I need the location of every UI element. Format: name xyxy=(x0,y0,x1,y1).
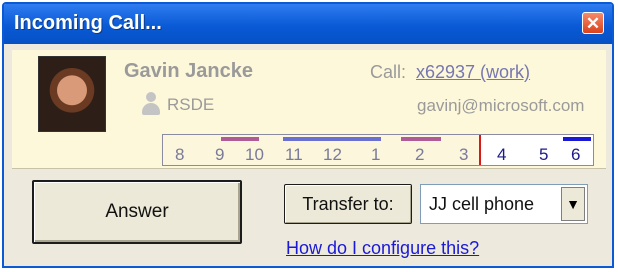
hour-label: 8 xyxy=(175,145,185,164)
busy-block-tentative-morning xyxy=(221,137,259,141)
hour-label: 1 xyxy=(371,145,381,164)
timeline-now-marker xyxy=(479,135,481,165)
transfer-target-value: JJ cell phone xyxy=(429,194,535,214)
busy-block-future xyxy=(563,137,591,141)
configure-help-link[interactable]: How do I configure this? xyxy=(286,238,479,259)
hour-label: 6 xyxy=(571,145,581,164)
person-icon xyxy=(140,92,162,116)
schedule-timeline: 8 9 10 11 12 1 2 3 4 5 6 xyxy=(162,134,594,166)
hour-label: 12 xyxy=(323,145,342,164)
caller-email: gavinj@microsoft.com xyxy=(417,96,585,115)
hour-label: 5 xyxy=(539,145,549,164)
hour-label: 11 xyxy=(285,145,303,164)
hour-label: 9 xyxy=(215,145,225,164)
close-icon: ✕ xyxy=(585,14,601,33)
close-button[interactable]: ✕ xyxy=(582,12,604,34)
incoming-call-window: Incoming Call... ✕ Gavin Jancke RSDE Cal… xyxy=(2,2,614,268)
busy-block-busy-midday xyxy=(283,137,381,141)
hour-label: 10 xyxy=(245,145,264,164)
answer-button[interactable]: Answer xyxy=(32,180,242,244)
window-title: Incoming Call... xyxy=(14,12,162,34)
caller-title: RSDE xyxy=(167,95,215,114)
call-label: Call: xyxy=(370,62,407,82)
transfer-target-select[interactable]: JJ cell phone ▼ xyxy=(420,184,588,224)
hour-label: 3 xyxy=(459,145,469,164)
caller-name: Gavin Jancke xyxy=(124,60,253,82)
title-bar[interactable]: Incoming Call... ✕ xyxy=(4,4,612,44)
caller-info-panel: Gavin Jancke RSDE Call: x62937 (work) ga… xyxy=(12,50,606,169)
hour-label: 4 xyxy=(497,145,507,164)
caller-photo xyxy=(38,56,106,132)
chevron-down-icon[interactable]: ▼ xyxy=(561,187,585,221)
transfer-to-button[interactable]: Transfer to: xyxy=(284,184,412,224)
busy-block-tentative-afternoon xyxy=(401,137,441,141)
hour-label: 2 xyxy=(415,145,425,164)
call-actions: Answer Transfer to: JJ cell phone ▼ How … xyxy=(4,170,612,266)
call-number-link[interactable]: x62937 (work) xyxy=(416,62,530,83)
